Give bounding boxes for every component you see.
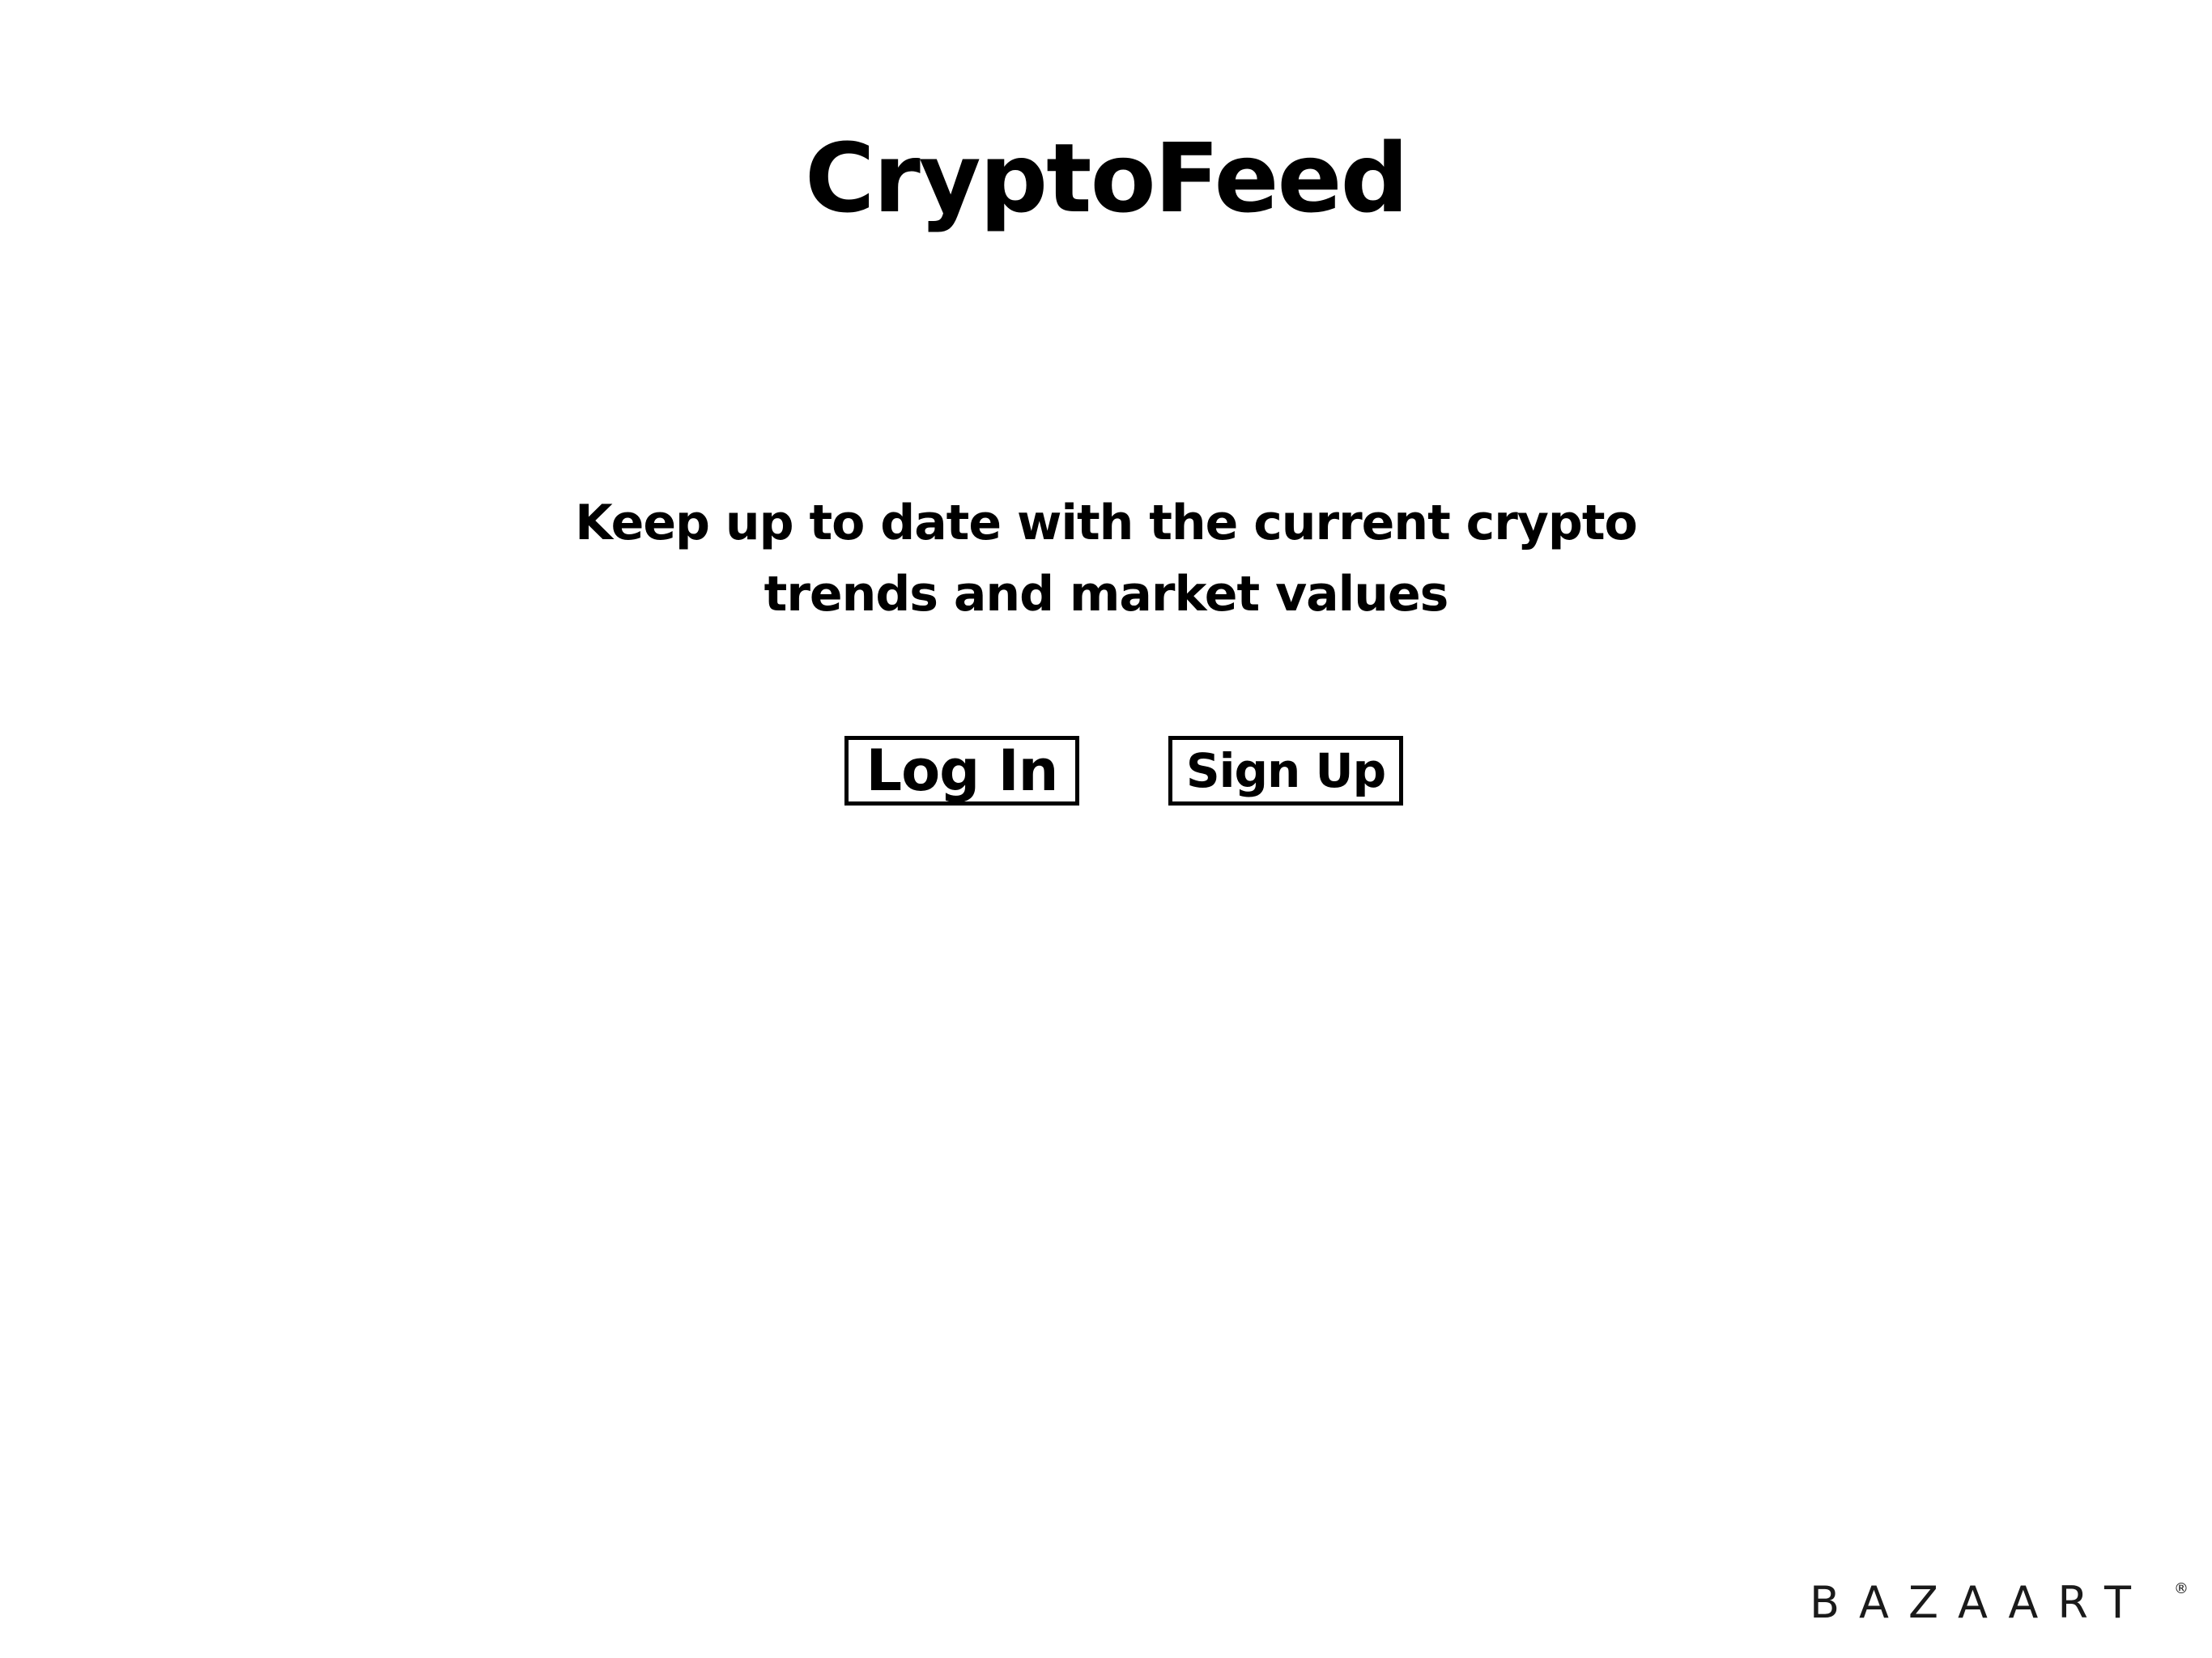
registered-mark: ® xyxy=(2174,1580,2189,1597)
signup-button[interactable]: Sign Up xyxy=(1168,736,1403,806)
tagline-line-1: Keep up to date with the current crypto xyxy=(575,495,1638,551)
watermark-logo: BAZAART xyxy=(1810,1577,2150,1628)
tagline: Keep up to date with the current crypto … xyxy=(0,487,2212,630)
tagline-line-2: trends and market values xyxy=(764,566,1449,623)
app-title: CryptoFeed xyxy=(804,122,1409,234)
login-button[interactable]: Log In xyxy=(844,736,1079,806)
